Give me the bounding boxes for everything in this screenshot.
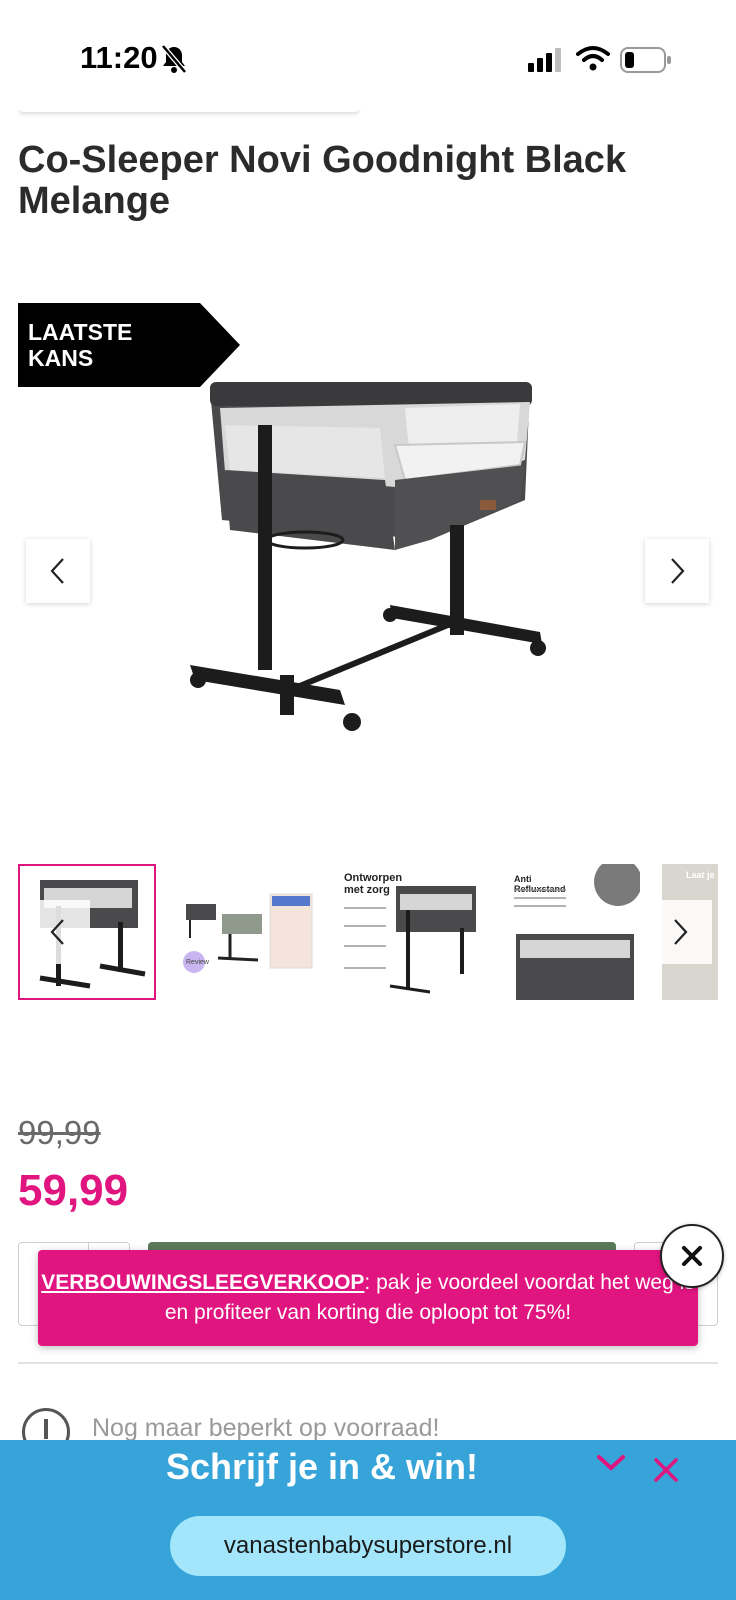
badge-label: LAATSTE KANS <box>28 319 133 371</box>
chevron-right-icon <box>674 919 688 945</box>
image-next-button[interactable] <box>645 539 709 603</box>
chevron-left-icon <box>50 919 64 945</box>
wifi-icon <box>576 46 610 71</box>
promo-link[interactable]: VERBOUWINGSLEEGVERKOOP <box>41 1271 364 1294</box>
last-chance-badge: LAATSTE KANS <box>18 303 240 387</box>
thumbnail-2-caption: Review <box>186 959 209 966</box>
thumbnail-4[interactable]: Anti Refluxstand <box>510 864 640 1000</box>
stock-message: Nog maar beperkt op voorraad! <box>92 1414 440 1442</box>
cellular-signal-icon <box>528 48 561 72</box>
product-main-image[interactable] <box>130 330 600 800</box>
chevron-down-icon[interactable] <box>596 1452 626 1474</box>
thumbnail-prev-button[interactable] <box>26 900 90 964</box>
thumbnail-5-caption: Laat je <box>686 870 715 880</box>
thumbnail-2[interactable]: Review <box>178 864 318 1000</box>
battery-icon <box>620 47 671 73</box>
thumbnail-next-button[interactable] <box>648 900 712 964</box>
bell-slash-icon <box>161 44 187 74</box>
section-divider <box>18 1362 718 1364</box>
browser-url-pill[interactable]: vanastenbabysuperstore.nl <box>170 1516 566 1576</box>
status-time: 11:20 <box>80 40 158 75</box>
chevron-left-icon <box>50 558 64 584</box>
old-price: 99,99 <box>18 1114 101 1151</box>
signup-title[interactable]: Schrijf je in & win! <box>0 1446 644 1488</box>
product-title: Co-Sleeper Novi Goodnight Black Melange <box>18 139 627 222</box>
promo-close-button[interactable] <box>660 1224 724 1288</box>
thumbnail-3[interactable]: Ontworpen met zorg <box>340 864 480 1000</box>
image-prev-button[interactable] <box>26 539 90 603</box>
browser-url: vanastenbabysuperstore.nl <box>223 1532 513 1559</box>
promo-banner: VERBOUWINGSLEEGVERKOOP: pak je voordeel … <box>38 1250 698 1346</box>
close-icon <box>682 1246 702 1266</box>
sale-price: 59,99 <box>18 1166 129 1215</box>
status-bar: 11:20 <box>0 0 736 110</box>
close-icon[interactable] <box>652 1456 680 1484</box>
chevron-right-icon <box>671 558 685 584</box>
header-bottom-edge <box>18 108 360 114</box>
